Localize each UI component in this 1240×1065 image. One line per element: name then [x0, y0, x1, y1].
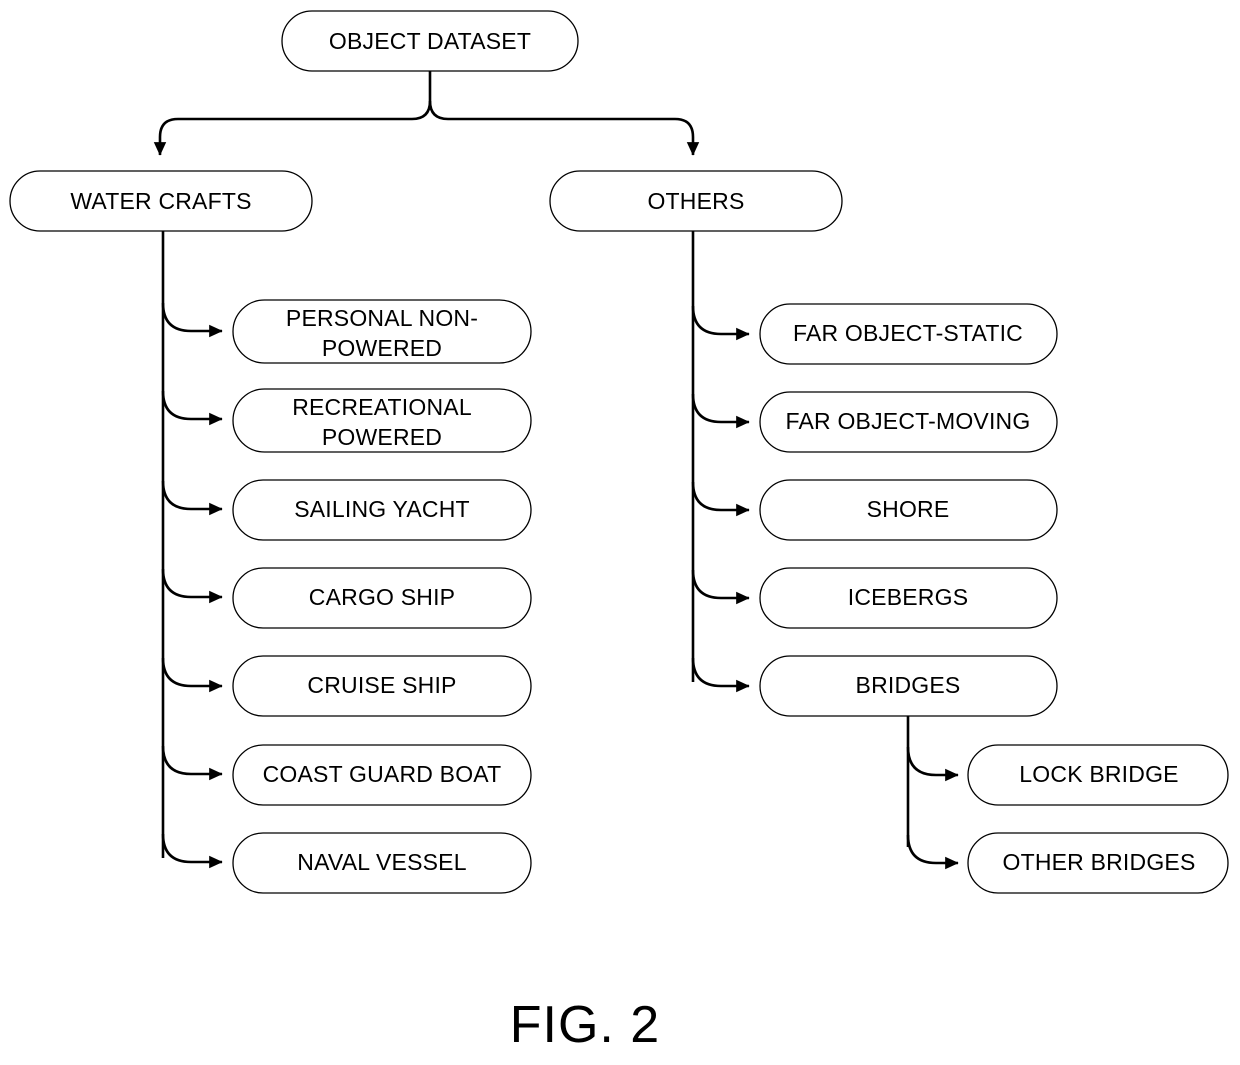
node-lock-bridge-label: LOCK BRIDGE: [1019, 761, 1178, 787]
node-cruise-ship[interactable]: CRUISE SHIP: [232, 655, 532, 717]
figure-caption: FIG. 2: [510, 996, 660, 1054]
node-coast-guard-boat[interactable]: COAST GUARD BOAT: [232, 744, 532, 806]
node-bridges-label: BRIDGES: [856, 672, 961, 698]
node-shore-label: SHORE: [867, 496, 950, 522]
node-recreational-powered-label-line2: POWERED: [322, 424, 442, 450]
node-others[interactable]: OTHERS: [549, 170, 843, 232]
node-far-object-static-label: FAR OBJECT-STATIC: [793, 320, 1023, 346]
node-icebergs[interactable]: ICEBERGS: [759, 567, 1058, 629]
connector-others-spine: [691, 230, 750, 693]
node-far-object-static[interactable]: FAR OBJECT-STATIC: [759, 303, 1058, 365]
connector-bridges-spine: [906, 716, 959, 870]
node-sailing-yacht-label: SAILING YACHT: [294, 496, 470, 522]
node-sailing-yacht[interactable]: SAILING YACHT: [232, 479, 532, 541]
node-coast-guard-boat-label: COAST GUARD BOAT: [263, 761, 502, 787]
connector-root-split: [153, 71, 700, 156]
node-naval-vessel[interactable]: NAVAL VESSEL: [232, 832, 532, 894]
node-personal-non-powered-label-line1: PERSONAL NON-: [286, 305, 478, 331]
node-recreational-powered-label-line1: RECREATIONAL: [292, 394, 472, 420]
connector-water-crafts-spine: [161, 230, 223, 869]
node-water-crafts[interactable]: WATER CRAFTS: [9, 170, 313, 232]
node-cargo-ship-label: CARGO SHIP: [309, 584, 455, 610]
node-personal-non-powered-label-line2: POWERED: [322, 335, 442, 361]
tree-diagram: OBJECT DATASET WATER CRAFTS OTHERS PERSO…: [9, 10, 1229, 1054]
node-far-object-moving-label: FAR OBJECT-MOVING: [786, 408, 1031, 434]
node-naval-vessel-label: NAVAL VESSEL: [297, 849, 466, 875]
node-lock-bridge[interactable]: LOCK BRIDGE: [967, 744, 1229, 806]
node-other-bridges-label: OTHER BRIDGES: [1002, 849, 1195, 875]
figure-container: OBJECT DATASET WATER CRAFTS OTHERS PERSO…: [0, 0, 1240, 1065]
node-water-crafts-label: WATER CRAFTS: [70, 188, 251, 214]
node-cargo-ship[interactable]: CARGO SHIP: [232, 567, 532, 629]
node-icebergs-label: ICEBERGS: [848, 584, 968, 610]
node-shore[interactable]: SHORE: [759, 479, 1058, 541]
node-recreational-powered[interactable]: RECREATIONAL POWERED: [232, 388, 532, 453]
node-others-label: OTHERS: [647, 188, 744, 214]
node-cruise-ship-label: CRUISE SHIP: [307, 672, 456, 698]
node-bridges[interactable]: BRIDGES: [759, 655, 1058, 717]
node-other-bridges[interactable]: OTHER BRIDGES: [967, 832, 1229, 894]
node-personal-non-powered[interactable]: PERSONAL NON- POWERED: [232, 299, 532, 364]
node-object-dataset[interactable]: OBJECT DATASET: [281, 10, 579, 72]
node-object-dataset-label: OBJECT DATASET: [329, 28, 531, 54]
node-far-object-moving[interactable]: FAR OBJECT-MOVING: [759, 391, 1058, 453]
